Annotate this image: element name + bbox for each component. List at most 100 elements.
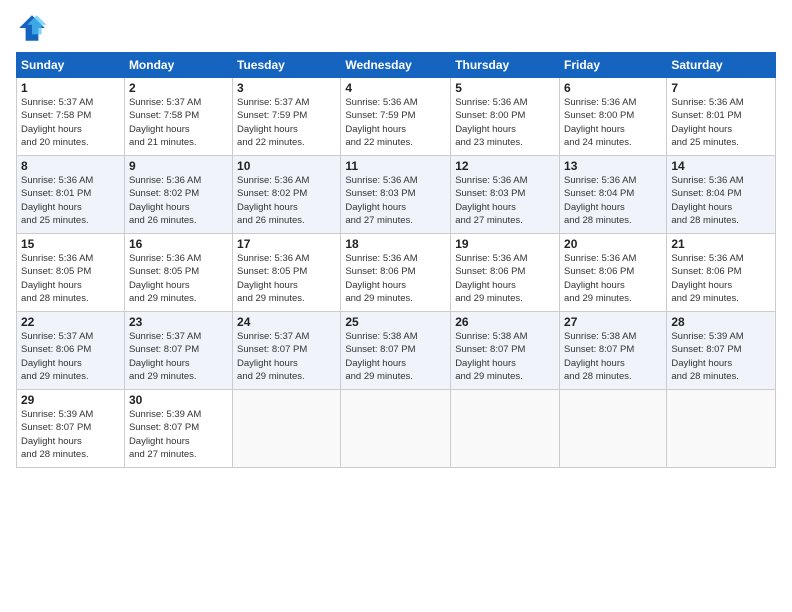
day-info: Sunrise: 5:38 AMSunset: 8:07 PMDaylight … <box>564 331 636 382</box>
day-number: 14 <box>671 159 771 173</box>
day-info: Sunrise: 5:36 AMSunset: 8:02 PMDaylight … <box>129 175 201 226</box>
calendar-cell: 30 Sunrise: 5:39 AMSunset: 8:07 PMDaylig… <box>124 390 232 468</box>
day-info: Sunrise: 5:38 AMSunset: 8:07 PMDaylight … <box>345 331 417 382</box>
calendar-cell: 8 Sunrise: 5:36 AMSunset: 8:01 PMDayligh… <box>17 156 125 234</box>
calendar-cell: 26 Sunrise: 5:38 AMSunset: 8:07 PMDaylig… <box>451 312 560 390</box>
day-number: 2 <box>129 81 228 95</box>
day-info: Sunrise: 5:36 AMSunset: 7:59 PMDaylight … <box>345 97 417 148</box>
day-info: Sunrise: 5:36 AMSunset: 8:03 PMDaylight … <box>455 175 527 226</box>
day-info: Sunrise: 5:37 AMSunset: 8:07 PMDaylight … <box>237 331 309 382</box>
calendar-cell <box>667 390 776 468</box>
day-header-thursday: Thursday <box>451 53 560 78</box>
calendar-cell: 9 Sunrise: 5:36 AMSunset: 8:02 PMDayligh… <box>124 156 232 234</box>
calendar-cell: 24 Sunrise: 5:37 AMSunset: 8:07 PMDaylig… <box>233 312 341 390</box>
calendar-cell <box>560 390 667 468</box>
day-number: 3 <box>237 81 336 95</box>
logo <box>16 12 52 44</box>
day-info: Sunrise: 5:39 AMSunset: 8:07 PMDaylight … <box>129 409 201 460</box>
calendar-cell <box>233 390 341 468</box>
calendar-cell: 18 Sunrise: 5:36 AMSunset: 8:06 PMDaylig… <box>341 234 451 312</box>
day-info: Sunrise: 5:37 AMSunset: 8:06 PMDaylight … <box>21 331 93 382</box>
week-row-2: 8 Sunrise: 5:36 AMSunset: 8:01 PMDayligh… <box>17 156 776 234</box>
day-number: 7 <box>671 81 771 95</box>
day-number: 6 <box>564 81 662 95</box>
header-row: SundayMondayTuesdayWednesdayThursdayFrid… <box>17 53 776 78</box>
week-row-3: 15 Sunrise: 5:36 AMSunset: 8:05 PMDaylig… <box>17 234 776 312</box>
day-header-sunday: Sunday <box>17 53 125 78</box>
day-number: 30 <box>129 393 228 407</box>
day-info: Sunrise: 5:36 AMSunset: 8:01 PMDaylight … <box>21 175 93 226</box>
day-info: Sunrise: 5:36 AMSunset: 8:05 PMDaylight … <box>129 253 201 304</box>
calendar-cell <box>341 390 451 468</box>
day-info: Sunrise: 5:36 AMSunset: 8:06 PMDaylight … <box>455 253 527 304</box>
week-row-1: 1 Sunrise: 5:37 AMSunset: 7:58 PMDayligh… <box>17 78 776 156</box>
day-info: Sunrise: 5:36 AMSunset: 8:05 PMDaylight … <box>21 253 93 304</box>
calendar-cell: 16 Sunrise: 5:36 AMSunset: 8:05 PMDaylig… <box>124 234 232 312</box>
calendar-cell: 25 Sunrise: 5:38 AMSunset: 8:07 PMDaylig… <box>341 312 451 390</box>
day-info: Sunrise: 5:36 AMSunset: 8:02 PMDaylight … <box>237 175 309 226</box>
day-number: 10 <box>237 159 336 173</box>
calendar-cell: 21 Sunrise: 5:36 AMSunset: 8:06 PMDaylig… <box>667 234 776 312</box>
calendar-cell: 4 Sunrise: 5:36 AMSunset: 7:59 PMDayligh… <box>341 78 451 156</box>
calendar-cell: 7 Sunrise: 5:36 AMSunset: 8:01 PMDayligh… <box>667 78 776 156</box>
day-info: Sunrise: 5:37 AMSunset: 8:07 PMDaylight … <box>129 331 201 382</box>
calendar-cell <box>451 390 560 468</box>
day-info: Sunrise: 5:36 AMSunset: 8:03 PMDaylight … <box>345 175 417 226</box>
calendar-cell: 11 Sunrise: 5:36 AMSunset: 8:03 PMDaylig… <box>341 156 451 234</box>
day-number: 11 <box>345 159 446 173</box>
day-number: 9 <box>129 159 228 173</box>
day-number: 21 <box>671 237 771 251</box>
day-info: Sunrise: 5:36 AMSunset: 8:06 PMDaylight … <box>671 253 743 304</box>
day-header-tuesday: Tuesday <box>233 53 341 78</box>
day-info: Sunrise: 5:36 AMSunset: 8:04 PMDaylight … <box>671 175 743 226</box>
calendar-cell: 22 Sunrise: 5:37 AMSunset: 8:06 PMDaylig… <box>17 312 125 390</box>
day-header-monday: Monday <box>124 53 232 78</box>
calendar-cell: 14 Sunrise: 5:36 AMSunset: 8:04 PMDaylig… <box>667 156 776 234</box>
day-number: 17 <box>237 237 336 251</box>
day-number: 27 <box>564 315 662 329</box>
day-number: 13 <box>564 159 662 173</box>
calendar-cell: 27 Sunrise: 5:38 AMSunset: 8:07 PMDaylig… <box>560 312 667 390</box>
calendar-table: SundayMondayTuesdayWednesdayThursdayFrid… <box>16 52 776 468</box>
day-number: 24 <box>237 315 336 329</box>
calendar-cell: 13 Sunrise: 5:36 AMSunset: 8:04 PMDaylig… <box>560 156 667 234</box>
day-number: 16 <box>129 237 228 251</box>
page: SundayMondayTuesdayWednesdayThursdayFrid… <box>0 0 792 612</box>
day-header-wednesday: Wednesday <box>341 53 451 78</box>
calendar-cell: 1 Sunrise: 5:37 AMSunset: 7:58 PMDayligh… <box>17 78 125 156</box>
day-number: 29 <box>21 393 120 407</box>
day-number: 28 <box>671 315 771 329</box>
day-number: 8 <box>21 159 120 173</box>
calendar-cell: 23 Sunrise: 5:37 AMSunset: 8:07 PMDaylig… <box>124 312 232 390</box>
day-number: 4 <box>345 81 446 95</box>
header <box>16 12 776 44</box>
calendar-cell: 15 Sunrise: 5:36 AMSunset: 8:05 PMDaylig… <box>17 234 125 312</box>
calendar-cell: 19 Sunrise: 5:36 AMSunset: 8:06 PMDaylig… <box>451 234 560 312</box>
day-info: Sunrise: 5:38 AMSunset: 8:07 PMDaylight … <box>455 331 527 382</box>
day-number: 23 <box>129 315 228 329</box>
day-info: Sunrise: 5:37 AMSunset: 7:59 PMDaylight … <box>237 97 309 148</box>
calendar-cell: 10 Sunrise: 5:36 AMSunset: 8:02 PMDaylig… <box>233 156 341 234</box>
day-info: Sunrise: 5:39 AMSunset: 8:07 PMDaylight … <box>21 409 93 460</box>
calendar-cell: 29 Sunrise: 5:39 AMSunset: 8:07 PMDaylig… <box>17 390 125 468</box>
day-info: Sunrise: 5:36 AMSunset: 8:06 PMDaylight … <box>564 253 636 304</box>
day-number: 12 <box>455 159 555 173</box>
day-info: Sunrise: 5:39 AMSunset: 8:07 PMDaylight … <box>671 331 743 382</box>
calendar-cell: 28 Sunrise: 5:39 AMSunset: 8:07 PMDaylig… <box>667 312 776 390</box>
calendar-cell: 17 Sunrise: 5:36 AMSunset: 8:05 PMDaylig… <box>233 234 341 312</box>
day-info: Sunrise: 5:36 AMSunset: 8:01 PMDaylight … <box>671 97 743 148</box>
day-info: Sunrise: 5:36 AMSunset: 8:00 PMDaylight … <box>564 97 636 148</box>
calendar-cell: 6 Sunrise: 5:36 AMSunset: 8:00 PMDayligh… <box>560 78 667 156</box>
week-row-5: 29 Sunrise: 5:39 AMSunset: 8:07 PMDaylig… <box>17 390 776 468</box>
day-header-saturday: Saturday <box>667 53 776 78</box>
calendar-cell: 3 Sunrise: 5:37 AMSunset: 7:59 PMDayligh… <box>233 78 341 156</box>
day-number: 25 <box>345 315 446 329</box>
day-number: 1 <box>21 81 120 95</box>
calendar-cell: 12 Sunrise: 5:36 AMSunset: 8:03 PMDaylig… <box>451 156 560 234</box>
day-info: Sunrise: 5:36 AMSunset: 8:00 PMDaylight … <box>455 97 527 148</box>
day-number: 19 <box>455 237 555 251</box>
day-info: Sunrise: 5:37 AMSunset: 7:58 PMDaylight … <box>21 97 93 148</box>
day-info: Sunrise: 5:36 AMSunset: 8:06 PMDaylight … <box>345 253 417 304</box>
calendar-cell: 5 Sunrise: 5:36 AMSunset: 8:00 PMDayligh… <box>451 78 560 156</box>
day-header-friday: Friday <box>560 53 667 78</box>
